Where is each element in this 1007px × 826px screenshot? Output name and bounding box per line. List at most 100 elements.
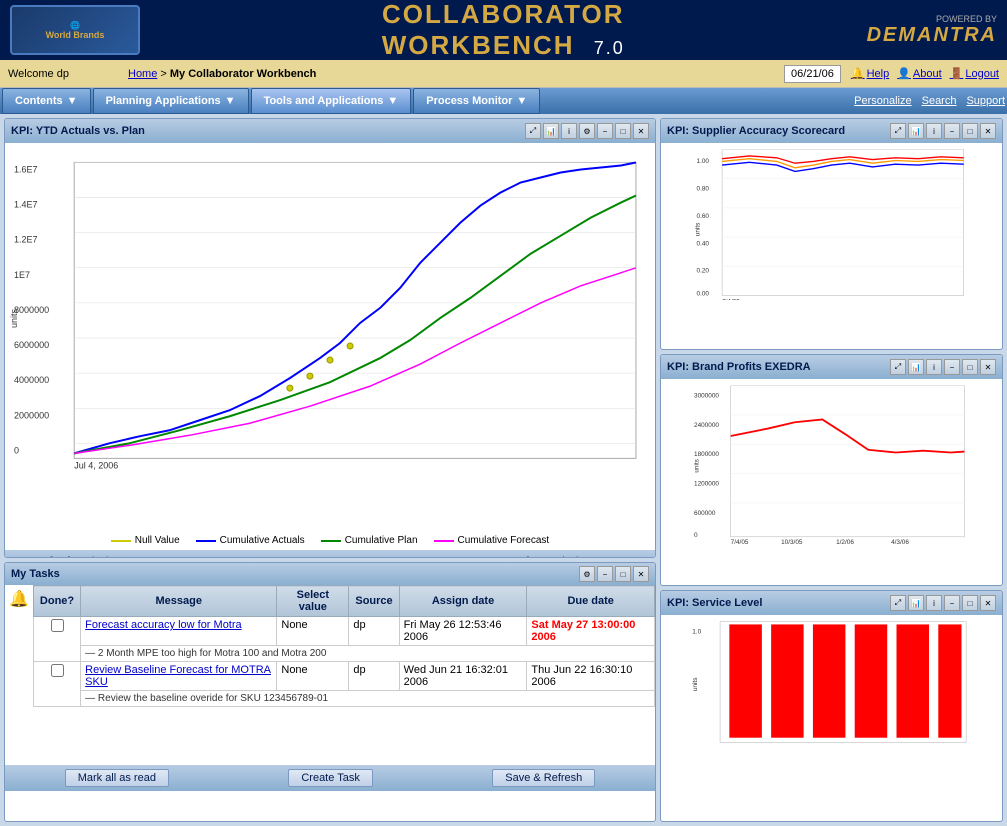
kpi-profits-icons: ⤢ 📊 i − □ ✕ [890, 359, 996, 375]
task-select-cell: None [277, 617, 349, 646]
nav-tools-apps[interactable]: Tools and Applications ▼ [251, 88, 412, 114]
task-checkbox[interactable] [51, 664, 64, 677]
svg-text:8000000: 8000000 [14, 305, 49, 315]
kpi-supplier-panel: KPI: Supplier Accuracy Scorecard ⤢ 📊 i −… [660, 118, 1003, 350]
kpi-restore-icon[interactable]: □ [615, 123, 631, 139]
title-area: COLLABORATOR WORKBENCH 7.0 [140, 0, 867, 61]
kpi-service-chart: 1.0 units [661, 615, 1002, 822]
task-assign-cell: Wed Jun 21 16:32:01 2006 [399, 662, 527, 691]
service-restore-icon[interactable]: □ [962, 595, 978, 611]
kpi-profits-chart: 3000000 2400000 1800000 1200000 600000 0… [661, 379, 1002, 586]
profits-minimize-icon[interactable]: − [944, 359, 960, 375]
contents-arrow-icon: ▼ [67, 95, 78, 107]
tasks-close-icon[interactable]: ✕ [633, 566, 649, 582]
tools-arrow-icon: ▼ [387, 95, 398, 107]
task-due-cell: Sat May 27 13:00:00 2006 [527, 617, 655, 646]
col-due-date: Due date [527, 586, 655, 617]
task-link[interactable]: Forecast accuracy low for Motra [85, 619, 242, 631]
tasks-settings-icon[interactable]: ⚙ [579, 566, 595, 582]
sup-chart-icon[interactable]: 📊 [908, 123, 924, 139]
svg-text:1.00: 1.00 [697, 158, 710, 165]
profits-chart-svg: 3000000 2400000 1800000 1200000 600000 0… [663, 381, 1000, 546]
sup-expand-icon[interactable]: ⤢ [890, 123, 906, 139]
table-row: Forecast accuracy low for Motra None dp … [33, 617, 654, 646]
tasks-panel: My Tasks ⚙ − □ ✕ 🔔 [4, 562, 656, 822]
svg-text:10/3/05: 10/3/05 [781, 539, 803, 546]
kpi-expand-icon[interactable]: ⤢ [525, 123, 541, 139]
logout-button[interactable]: 🚪 Logout [950, 67, 999, 80]
kpi-service-header: KPI: Service Level ⤢ 📊 i − □ ✕ [661, 591, 1002, 615]
service-chart-icon[interactable]: 📊 [908, 595, 924, 611]
personalize-link[interactable]: Personalize [854, 95, 911, 107]
sup-info-icon[interactable]: i [926, 123, 942, 139]
nav-planning-apps[interactable]: Planning Applications ▼ [93, 88, 249, 114]
create-task-button[interactable]: Create Task [288, 769, 373, 787]
home-link[interactable]: Home [128, 68, 157, 80]
task-source-cell: dp [349, 617, 399, 646]
profits-restore-icon[interactable]: □ [962, 359, 978, 375]
kpi-supplier-title: KPI: Supplier Accuracy Scorecard [667, 125, 845, 137]
task-link[interactable]: Review Baseline Forecast for MOTRA SKU [85, 664, 271, 688]
kpi-settings-icon[interactable]: ⚙ [579, 123, 595, 139]
col-source: Source [349, 586, 399, 617]
powered-area: POWERED BY DEMANTRA [867, 14, 997, 47]
kpi-ytd-icons: ⤢ 📊 i ⚙ − □ ✕ [525, 123, 649, 139]
supplier-chart-svg: 1.00 0.80 0.60 0.40 0.20 0.00 units [663, 145, 1000, 300]
profits-info-icon[interactable]: i [926, 359, 942, 375]
kpi-service-title: KPI: Service Level [667, 597, 762, 609]
search-link[interactable]: Search [922, 95, 957, 107]
kpi-chart-icon[interactable]: 📊 [543, 123, 559, 139]
profits-close-icon[interactable]: ✕ [980, 359, 996, 375]
tasks-minimize-icon[interactable]: − [597, 566, 613, 582]
svg-text:units: units [694, 223, 701, 236]
task-done-cell[interactable] [33, 617, 80, 662]
kpi-info-icon[interactable]: i [561, 123, 577, 139]
tasks-scroll[interactable]: Done? Message Select value Source Assign… [33, 585, 655, 765]
service-expand-icon[interactable]: ⤢ [890, 595, 906, 611]
svg-text:0: 0 [14, 445, 19, 455]
save-refresh-button[interactable]: Save & Refresh [492, 769, 595, 787]
kpi-minimize-icon[interactable]: − [597, 123, 613, 139]
svg-text:units: units [9, 308, 19, 328]
sup-restore-icon[interactable]: □ [962, 123, 978, 139]
profits-expand-icon[interactable]: ⤢ [890, 359, 906, 375]
nav-process-monitor[interactable]: Process Monitor ▼ [413, 88, 540, 114]
current-page: My Collaborator Workbench [170, 68, 316, 80]
legend-actuals-color [196, 540, 216, 542]
process-arrow-icon: ▼ [516, 95, 527, 107]
nav-contents[interactable]: Contents ▼ [2, 88, 91, 114]
service-minimize-icon[interactable]: − [944, 595, 960, 611]
task-done-cell[interactable] [33, 662, 80, 707]
task-select-cell: None [277, 662, 349, 691]
svg-text:Jul 4, 2006: Jul 4, 2006 [74, 460, 118, 470]
app-title: COLLABORATOR WORKBENCH 7.0 [140, 0, 867, 61]
tasks-restore-icon[interactable]: □ [615, 566, 631, 582]
tasks-title: My Tasks [11, 568, 60, 580]
table-row: Review Baseline Forecast for MOTRA SKU N… [33, 662, 654, 691]
kpi-close-icon[interactable]: ✕ [633, 123, 649, 139]
svg-text:2000000: 2000000 [14, 410, 49, 420]
table-row-sub: — Review the baseline overide for SKU 12… [33, 691, 654, 707]
svg-text:4/3/06: 4/3/06 [891, 539, 909, 546]
kpi-ytd-header: KPI: YTD Actuals vs. Plan ⤢ 📊 i ⚙ − □ ✕ [5, 119, 655, 143]
task-checkbox[interactable] [51, 619, 64, 632]
svg-text:1800000: 1800000 [694, 451, 719, 458]
service-close-icon[interactable]: ✕ [980, 595, 996, 611]
legend-actuals: Cumulative Actuals [196, 535, 305, 546]
about-button[interactable]: 👤 About [897, 67, 941, 80]
service-info-icon[interactable]: i [926, 595, 942, 611]
task-message-cell: Forecast accuracy low for Motra [81, 617, 277, 646]
legend-forecast-color [434, 540, 454, 542]
company-logo: DEMANTRA [867, 24, 997, 47]
help-button[interactable]: 🔔 Help [851, 67, 889, 80]
sup-minimize-icon[interactable]: − [944, 123, 960, 139]
svg-text:1.0: 1.0 [692, 629, 701, 636]
mark-all-read-button[interactable]: Mark all as read [65, 769, 169, 787]
profits-chart-icon[interactable]: 📊 [908, 359, 924, 375]
task-message-cell: Review Baseline Forecast for MOTRA SKU [81, 662, 277, 691]
support-link[interactable]: Support [966, 95, 1005, 107]
main-content: KPI: YTD Actuals vs. Plan ⤢ 📊 i ⚙ − □ ✕ … [0, 114, 1007, 826]
service-chart-svg: 1.0 units [663, 617, 1000, 747]
sup-close-icon[interactable]: ✕ [980, 123, 996, 139]
svg-text:0.20: 0.20 [697, 268, 710, 275]
